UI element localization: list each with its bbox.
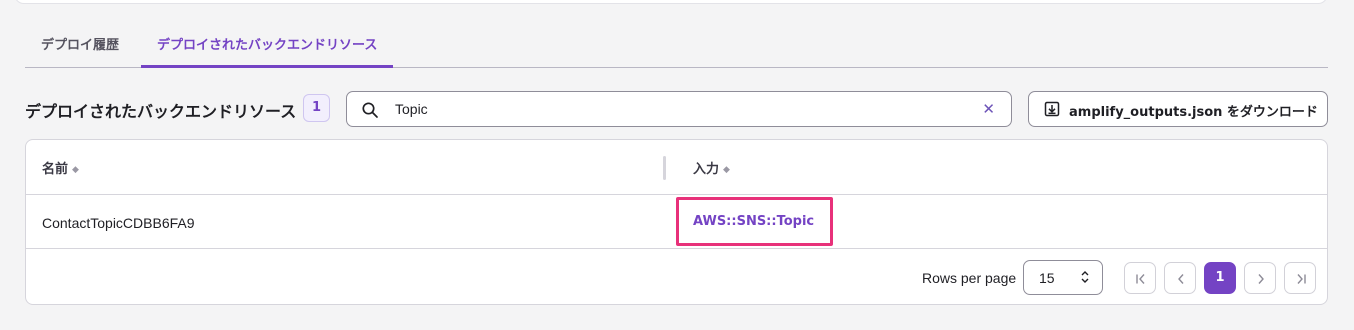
sort-icon: ◆ [72, 165, 79, 175]
column-resize-handle[interactable] [663, 156, 666, 180]
section-title: デプロイされたバックエンドリソース [25, 102, 297, 121]
tab-bar: デプロイ履歴 デプロイされたバックエンドリソース [25, 26, 1328, 68]
download-icon [1044, 101, 1060, 117]
download-button-label: amplify_outputs.json をダウンロード [1069, 105, 1318, 120]
table-header: 名前 ◆ 入力 ◆ [26, 140, 1327, 195]
last-page-button[interactable] [1284, 262, 1316, 294]
last-page-icon [1297, 274, 1306, 284]
column-header-name[interactable]: 名前 ◆ [42, 158, 79, 177]
rows-per-page-value: 15 [1039, 270, 1055, 286]
chevron-up-down-icon [1081, 271, 1089, 283]
chevron-left-icon [1178, 274, 1184, 284]
search-input[interactable] [395, 98, 965, 120]
first-page-button[interactable] [1124, 262, 1156, 294]
sort-icon: ◆ [723, 165, 730, 175]
resource-type-link[interactable]: AWS::SNS::Topic [693, 214, 814, 229]
top-card [14, 0, 1328, 4]
search-icon [362, 102, 378, 118]
rows-per-page-select[interactable]: 15 [1023, 260, 1103, 295]
rows-per-page-label: Rows per page [922, 270, 1017, 286]
download-outputs-button[interactable]: amplify_outputs.json をダウンロード [1028, 91, 1328, 127]
column-header-label: 名前 [42, 162, 69, 177]
resource-name-cell: ContactTopicCDBB6FA9 [42, 215, 195, 231]
highlight-box: AWS::SNS::Topic [676, 197, 833, 246]
column-header-type[interactable]: 入力 ◆ [693, 158, 730, 177]
next-page-button[interactable] [1244, 262, 1276, 294]
close-icon[interactable]: ✕ [982, 101, 995, 117]
table-row: ContactTopicCDBB6FA9 AWS::SNS::Topic [26, 195, 1327, 249]
column-header-label: 入力 [693, 162, 720, 177]
tab-deployed-backend-resources[interactable]: デプロイされたバックエンドリソース [141, 26, 394, 68]
page-button-current[interactable]: 1 [1204, 262, 1236, 294]
search-box[interactable]: ✕ [346, 91, 1012, 127]
first-page-icon [1136, 274, 1145, 284]
count-badge: 1 [303, 94, 330, 122]
chevron-right-icon [1258, 274, 1264, 284]
previous-page-button[interactable] [1164, 262, 1196, 294]
tab-deploy-history[interactable]: デプロイ履歴 [41, 26, 119, 68]
resources-table: 名前 ◆ 入力 ◆ ContactTopicCDBB6FA9 AWS::SNS::T… [25, 139, 1328, 305]
